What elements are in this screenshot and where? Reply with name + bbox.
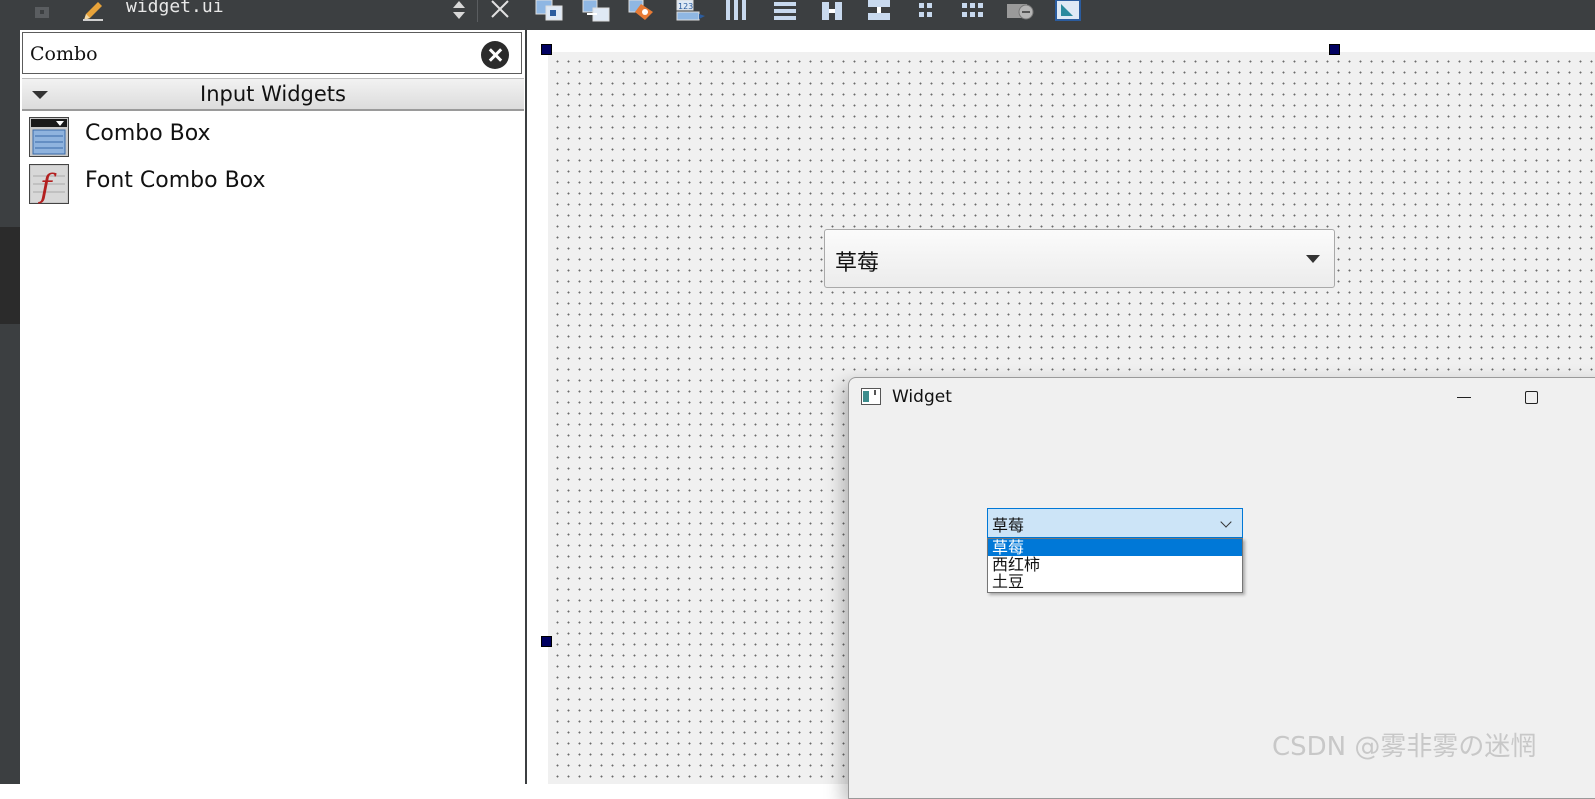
edit-pencil-icon[interactable] [80, 0, 106, 22]
resize-handle-left[interactable] [541, 636, 552, 647]
file-name: widget.ui [126, 0, 224, 17]
preview-combo-value: 草莓 [992, 516, 1025, 535]
combo-dropdown-list: 草莓 西红柿 土豆 [987, 538, 1243, 593]
font-combo-box-icon: f [29, 164, 69, 204]
adjust-size-icon[interactable] [1053, 0, 1085, 22]
designer-combo-box[interactable]: 草莓 [824, 229, 1335, 288]
combo-box-icon [29, 117, 69, 157]
minimize-icon[interactable] [1457, 397, 1471, 398]
left-mode-bar [0, 30, 20, 784]
watermark: CSDN @雾非雾の迷惘 [1272, 732, 1537, 762]
dropdown-option[interactable]: 草莓 [988, 539, 1242, 556]
lock-icon[interactable] [33, 2, 51, 18]
edit-widgets-icon[interactable] [534, 0, 566, 22]
resize-handle-top[interactable] [1329, 44, 1340, 55]
widget-item-combo-box[interactable]: Combo Box [29, 114, 519, 158]
clear-filter-icon[interactable] [481, 41, 509, 69]
widget-item-font-combo-box[interactable]: f Font Combo Box [29, 161, 519, 205]
category-header-input-widgets[interactable]: Input Widgets [22, 78, 524, 111]
window-title: Widget [892, 387, 952, 407]
dropdown-arrow-icon[interactable] [1306, 255, 1320, 263]
svg-text:123: 123 [678, 2, 693, 11]
splitter-horizontal-icon[interactable] [817, 0, 849, 22]
widget-box-panel: Combo Input Widgets Combo Box f Font Com… [21, 30, 527, 784]
switch-file-arrows-icon[interactable] [451, 0, 467, 20]
toolbar-separator [477, 0, 478, 22]
dropdown-option[interactable]: 土豆 [988, 573, 1242, 590]
designer-toolbar: widget.ui 123 [0, 0, 1595, 30]
break-layout-icon[interactable] [1005, 0, 1037, 22]
preview-combo-box[interactable]: 草莓 [987, 508, 1243, 538]
dropdown-option[interactable]: 西红柿 [988, 556, 1242, 573]
designer-combo-value: 草莓 [835, 251, 880, 276]
mode-indicator [0, 227, 20, 324]
widget-item-label: Font Combo Box [85, 168, 266, 193]
chevron-down-icon[interactable] [1220, 516, 1232, 528]
resize-handle-top-left[interactable] [541, 44, 552, 55]
edit-buddies-icon[interactable] [627, 0, 659, 22]
layout-grid-icon[interactable] [958, 0, 990, 22]
filter-value: Combo [30, 43, 98, 65]
edit-tab-order-icon[interactable]: 123 [675, 0, 707, 22]
splitter-vertical-icon[interactable] [864, 0, 896, 22]
widget-item-label: Combo Box [85, 121, 211, 146]
layout-form-icon[interactable] [911, 0, 943, 22]
layout-horizontal-icon[interactable] [722, 0, 754, 22]
maximize-icon[interactable] [1525, 391, 1538, 404]
close-icon[interactable] [488, 0, 512, 22]
category-label: Input Widgets [200, 82, 346, 106]
canvas-margin [527, 30, 1595, 52]
edit-signals-slots-icon[interactable] [581, 0, 613, 22]
widget-filter-input[interactable]: Combo [22, 32, 522, 74]
layout-vertical-icon[interactable] [770, 0, 802, 22]
window-app-icon [861, 388, 881, 405]
